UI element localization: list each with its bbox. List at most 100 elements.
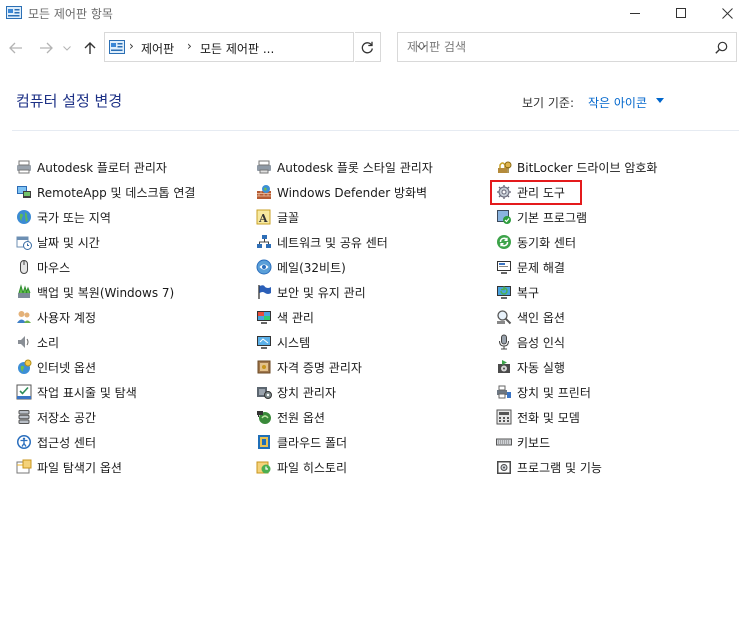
chevron-down-icon: [63, 45, 71, 51]
item-recovery[interactable]: 복구: [496, 281, 539, 303]
item-bitlocker[interactable]: BitLocker 드라이브 암호화: [496, 156, 657, 178]
sync-icon: [496, 234, 512, 250]
recent-locations-button[interactable]: [60, 38, 74, 58]
refresh-icon: [361, 41, 373, 53]
item-mail[interactable]: 메일(32비트): [256, 256, 346, 278]
plot-style-icon: [256, 159, 272, 175]
power-icon: [256, 409, 272, 425]
item-autodesk-plotter-manager[interactable]: Autodesk 플로터 관리자: [16, 156, 167, 178]
internet-icon: [16, 359, 32, 375]
recovery-icon: [496, 284, 512, 300]
breadcrumb-control-panel[interactable]: 제어판: [141, 40, 174, 57]
color-icon: [256, 309, 272, 325]
file-history-icon: [256, 459, 272, 475]
item-region[interactable]: 국가 또는 지역: [16, 206, 111, 228]
cloud-folder-icon: [256, 434, 272, 450]
calendar-clock-icon: [16, 234, 32, 250]
item-sound[interactable]: 소리: [16, 331, 59, 353]
item-security-maintenance[interactable]: 보안 및 유지 관리: [256, 281, 366, 303]
item-storage-spaces[interactable]: 저장소 공간: [16, 406, 96, 428]
item-date-time[interactable]: 날짜 및 시간: [16, 231, 100, 253]
item-speech-recognition[interactable]: 음성 인식: [496, 331, 565, 353]
item-internet-options[interactable]: 인터넷 옵션: [16, 356, 96, 378]
taskbar-icon: [16, 384, 32, 400]
item-keyboard[interactable]: 키보드: [496, 431, 550, 453]
remoteapp-icon: [16, 184, 32, 200]
item-autoplay[interactable]: 자동 실행: [496, 356, 565, 378]
breadcrumb-separator-icon: ›: [129, 39, 134, 53]
up-arrow-icon: [84, 42, 96, 54]
view-by-dropdown[interactable]: 작은 아이콘: [588, 94, 647, 111]
back-button[interactable]: [6, 38, 26, 58]
item-phone-modem[interactable]: 전화 및 모뎀: [496, 406, 580, 428]
item-network-sharing-center[interactable]: 네트워크 및 공유 센터: [256, 231, 388, 253]
item-user-accounts[interactable]: 사용자 계정: [16, 306, 96, 328]
item-file-history[interactable]: 파일 히스토리: [256, 456, 347, 478]
item-ease-of-access[interactable]: 접근성 센터: [16, 431, 96, 453]
indexing-icon: [496, 309, 512, 325]
flag-icon: [256, 284, 272, 300]
credential-icon: [256, 359, 272, 375]
caret-down-icon[interactable]: [656, 98, 664, 103]
globe-icon: [16, 209, 32, 225]
item-credential-manager[interactable]: 자격 증명 관리자: [256, 356, 362, 378]
item-default-programs[interactable]: 기본 프로그램: [496, 206, 587, 228]
default-programs-icon: [496, 209, 512, 225]
breadcrumb-all-items[interactable]: 모든 제어판 ...: [200, 40, 274, 57]
navigation-bar: › 제어판 › 모든 제어판 ...: [0, 30, 747, 66]
view-by-label: 보기 기준:: [522, 96, 575, 110]
network-icon: [256, 234, 272, 250]
minimize-button[interactable]: [612, 0, 658, 26]
item-backup-restore[interactable]: 백업 및 복원(Windows 7): [16, 281, 174, 303]
backup-icon: [16, 284, 32, 300]
item-programs-features[interactable]: 프로그램 및 기능: [496, 456, 602, 478]
forward-button[interactable]: [36, 38, 56, 58]
item-cloud-folders[interactable]: 클라우드 폴더: [256, 431, 347, 453]
item-devices-printers[interactable]: 장치 및 프린터: [496, 381, 591, 403]
item-autodesk-plot-style-manager[interactable]: Autodesk 플롯 스타일 관리자: [256, 156, 433, 178]
item-file-explorer-options[interactable]: 파일 탐색기 옵션: [16, 456, 122, 478]
title-bar[interactable]: 모든 제어판 항목: [0, 0, 747, 26]
firewall-icon: [256, 184, 272, 200]
folder-options-icon: [16, 459, 32, 475]
troubleshoot-icon: [496, 259, 512, 275]
item-fonts[interactable]: 글꼴: [256, 206, 299, 228]
control-panel-icon: [6, 6, 22, 19]
microphone-icon: [496, 334, 512, 350]
search-icon[interactable]: [715, 41, 728, 54]
maximize-button[interactable]: [658, 0, 704, 26]
close-icon: [721, 7, 733, 19]
page-title: 컴퓨터 설정 변경: [16, 92, 123, 110]
address-bar[interactable]: › 제어판 › 모든 제어판 ...: [104, 32, 426, 62]
highlight-box: [490, 180, 582, 205]
control-panel-icon: [109, 40, 125, 54]
search-input[interactable]: [398, 33, 707, 61]
item-windows-defender-firewall[interactable]: Windows Defender 방화벽: [256, 181, 427, 203]
search-box[interactable]: [397, 32, 737, 62]
item-indexing-options[interactable]: 색인 옵션: [496, 306, 565, 328]
item-device-manager[interactable]: 장치 관리자: [256, 381, 336, 403]
item-troubleshooting[interactable]: 문제 해결: [496, 256, 565, 278]
item-remoteapp[interactable]: RemoteApp 및 데스크톱 연결: [16, 181, 195, 203]
item-color-management[interactable]: 색 관리: [256, 306, 314, 328]
users-icon: [16, 309, 32, 325]
accessibility-icon: [16, 434, 32, 450]
system-icon: [256, 334, 272, 350]
forward-arrow-icon: [40, 42, 53, 54]
refresh-button[interactable]: [355, 32, 381, 62]
item-mouse[interactable]: 마우스: [16, 256, 70, 278]
printer-icon: [496, 384, 512, 400]
item-power-options[interactable]: 전원 옵션: [256, 406, 325, 428]
item-system[interactable]: 시스템: [256, 331, 310, 353]
font-icon: [256, 209, 272, 225]
item-sync-center[interactable]: 동기화 센터: [496, 231, 576, 253]
mail-icon: [256, 259, 272, 275]
keyboard-icon: [496, 434, 512, 450]
speaker-icon: [16, 334, 32, 350]
item-taskbar-navigation[interactable]: 작업 표시줄 및 탐색: [16, 381, 137, 403]
header-divider: [12, 130, 739, 131]
up-button[interactable]: [80, 38, 100, 58]
bitlocker-icon: [496, 159, 512, 175]
breadcrumb-separator-icon: ›: [187, 39, 192, 53]
close-button[interactable]: [704, 0, 747, 26]
